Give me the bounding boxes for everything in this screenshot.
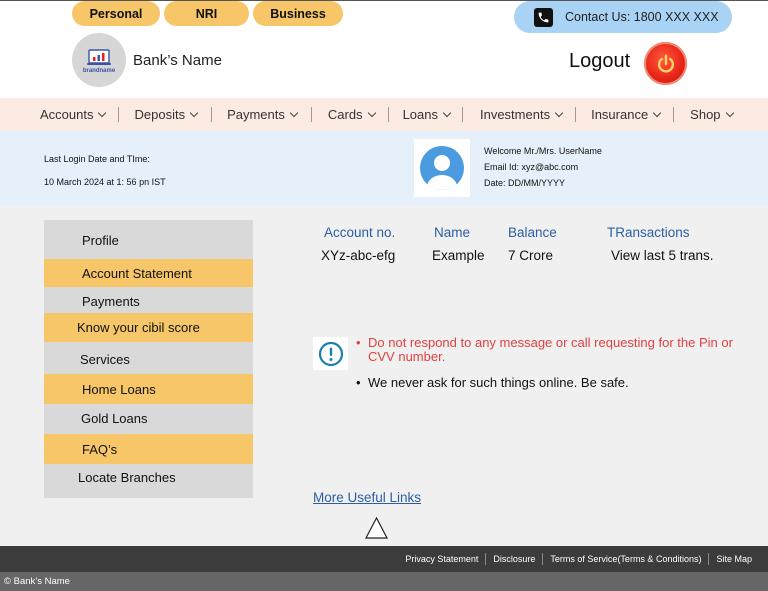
bank-logo[interactable]: brandname [72, 33, 126, 87]
sidebar-item-gold-loans[interactable]: Gold Loans [44, 405, 253, 431]
chevron-down-icon [725, 108, 734, 117]
terms-link[interactable]: Terms of Service(Terms & Conditions) [550, 554, 701, 564]
bank-name: Bank’s Name [133, 52, 222, 69]
copyright-bar [0, 572, 768, 591]
contact-us-button[interactable]: Contact Us: 1800 XXX XXX [514, 1, 732, 33]
nav-divider [211, 107, 213, 122]
nav-payments[interactable]: Payments [227, 107, 299, 122]
logout-link[interactable]: Logout [569, 50, 630, 73]
tab-personal[interactable]: Personal [72, 1, 160, 26]
note-text: We never ask for such things online. Be … [368, 375, 629, 390]
balance-header: Balance [508, 225, 557, 240]
footer-divider [542, 553, 544, 565]
name-value: Example [432, 248, 485, 263]
chevron-down-icon [442, 108, 452, 117]
user-details: Welcome Mr./Mrs. UserName Email Id: xyz@… [484, 143, 602, 191]
nav-label: Investments [479, 107, 551, 122]
date-text: Date: DD/MM/YYYY [484, 178, 566, 188]
sitemap-link[interactable]: Site Map [716, 554, 752, 564]
account-no-header: Account no. [324, 225, 396, 240]
chevron-down-icon [367, 108, 376, 117]
last-login-label: Last Login Date and TIme: [44, 154, 150, 164]
more-useful-links[interactable]: More Useful Links [313, 490, 421, 505]
sidebar-item-cibil-score[interactable]: Know your cibil score [44, 313, 253, 342]
nav-label: Insurance [591, 107, 649, 122]
sidebar-item-payments[interactable]: Payments [44, 289, 253, 313]
chevron-down-icon [289, 108, 299, 117]
nav-divider [310, 107, 312, 122]
nav-investments[interactable]: Investments [479, 107, 564, 122]
sidebar-menu: Profile Account Statement Payments Know … [44, 220, 253, 498]
nav-divider [387, 107, 389, 122]
nav-divider [118, 107, 120, 122]
scroll-up-icon[interactable] [364, 516, 389, 540]
footer-links: Privacy Statement Disclosure Terms of Se… [405, 553, 752, 565]
transactions-header: TRansactions [607, 225, 690, 240]
name-header: Name [434, 225, 471, 240]
sidebar-item-profile[interactable]: Profile [44, 227, 253, 253]
chevron-down-icon [554, 108, 564, 117]
main-navigation: Accounts Deposits Payments Cards Loans I… [0, 98, 768, 131]
bullet: • [356, 375, 361, 390]
warning-text: Do not respond to any message or call re… [368, 335, 733, 364]
sidebar-item-services[interactable]: Services [44, 346, 253, 372]
bullet: • [356, 335, 361, 350]
segment-tabs: Personal NRI Business [72, 1, 343, 26]
nav-divider [673, 107, 675, 122]
nav-label: Payments [227, 107, 285, 122]
privacy-link[interactable]: Privacy Statement [405, 554, 478, 564]
sidebar-item-faqs[interactable]: FAQ’s [44, 434, 253, 464]
view-transactions-link[interactable]: View last 5 trans. [611, 248, 714, 263]
nav-cards[interactable]: Cards [327, 107, 376, 122]
logo-text: brandname [82, 67, 116, 74]
tab-nri[interactable]: NRI [164, 1, 249, 26]
footer-divider [708, 553, 710, 565]
nav-label: Loans [402, 107, 438, 122]
disclosure-link[interactable]: Disclosure [493, 554, 535, 564]
welcome-text: Welcome Mr./Mrs. UserName [484, 146, 602, 156]
footer-divider [485, 553, 487, 565]
sidebar-item-home-loans[interactable]: Home Loans [44, 374, 253, 404]
tab-business[interactable]: Business [253, 1, 343, 26]
session-info-band [0, 131, 768, 206]
power-icon [657, 54, 674, 73]
nav-label: Shop [690, 107, 721, 122]
phone-icon [534, 7, 553, 27]
nav-label: Cards [327, 107, 363, 122]
user-avatar-icon [420, 146, 464, 190]
nav-label: Accounts [40, 107, 94, 122]
logout-button[interactable] [644, 42, 687, 85]
nav-shop[interactable]: Shop [690, 107, 734, 122]
last-login-value: 10 March 2024 at 1: 56 pn IST [44, 177, 166, 187]
contact-label: Contact Us: 1800 XXX XXX [565, 10, 719, 24]
nav-insurance[interactable]: Insurance [591, 107, 662, 122]
balance-value: 7 Crore [508, 248, 554, 263]
nav-accounts[interactable]: Accounts [40, 107, 107, 122]
nav-label: Deposits [134, 107, 186, 122]
nav-divider [461, 107, 463, 122]
logo-chart-icon [87, 48, 111, 65]
account-no-value: XYz-abc-efg [321, 248, 396, 263]
chevron-down-icon [652, 108, 662, 117]
info-icon [313, 337, 348, 370]
nav-divider [575, 107, 577, 122]
email-text: Email Id: xyz@abc.com [484, 162, 579, 172]
chevron-down-icon [189, 108, 199, 117]
note-item: • We never ask for such things online. B… [356, 376, 746, 390]
nav-deposits[interactable]: Deposits [134, 107, 199, 122]
sidebar-item-account-statement[interactable]: Account Statement [44, 259, 253, 287]
warning-item: • Do not respond to any message or call … [356, 336, 746, 364]
security-notice: • Do not respond to any message or call … [356, 336, 746, 390]
avatar[interactable] [414, 139, 470, 197]
copyright-text: © Bank’s Name [4, 576, 70, 587]
chevron-down-icon [98, 108, 107, 117]
nav-loans[interactable]: Loans [402, 107, 452, 122]
sidebar-item-locate-branches[interactable]: Locate Branches [44, 464, 253, 490]
